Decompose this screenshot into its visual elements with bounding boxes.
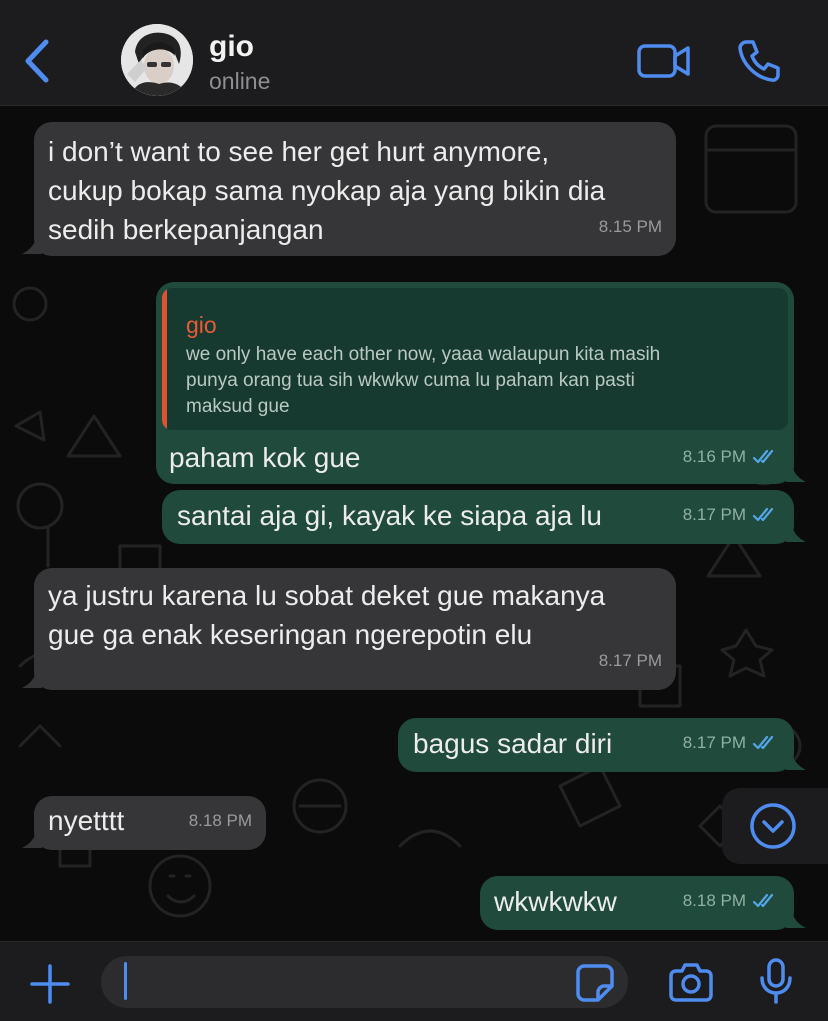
- quote-bar: [162, 288, 167, 430]
- back-button[interactable]: [18, 38, 58, 84]
- double-check-icon: [752, 893, 774, 908]
- message-text-line: ya justru karena lu sobat deket gue maka…: [48, 580, 606, 611]
- message-text-line: gue ga enak keseringan ngerepotin elu: [48, 619, 533, 650]
- sticker-button[interactable]: [574, 962, 616, 1004]
- phone-icon: [738, 40, 780, 82]
- double-check-icon: [752, 449, 774, 464]
- message-incoming[interactable]: ya justru karena lu sobat deket gue maka…: [34, 568, 676, 690]
- contact-status: online: [209, 68, 271, 94]
- message-time: 8.17 PM: [598, 651, 662, 670]
- quote-text-line: punya orang tua sih wkwkw cuma lu paham …: [186, 370, 635, 391]
- message-text: santai aja gi, kayak ke siapa aja lu: [177, 500, 602, 531]
- message-time: 8.18 PM: [188, 811, 252, 830]
- bubble-tail: [22, 234, 42, 254]
- bubble-tail: [786, 522, 806, 542]
- avatar-image: [121, 24, 193, 96]
- chat-header: gio online: [0, 0, 828, 106]
- message-incoming[interactable]: i don’t want to see her get hurt anymore…: [34, 122, 676, 256]
- message-time-label: 8.18 PM: [682, 891, 746, 910]
- attach-button[interactable]: [28, 962, 72, 1006]
- bubble-tail: [786, 462, 806, 482]
- quote-text: we only have each other now, yaaa walaup…: [186, 342, 772, 420]
- message-outgoing[interactable]: wkwkwkw 8.18 PM: [480, 876, 794, 930]
- message-text-line: cukup bokap sama nyokap aja yang bikin d…: [48, 175, 606, 206]
- sticker-icon: [576, 964, 614, 1002]
- message-time: 8.17 PM: [683, 495, 778, 534]
- message-text: nyetttt: [48, 805, 125, 836]
- message-time-label: 8.17 PM: [682, 733, 746, 752]
- message-time: 8.18 PM: [683, 881, 778, 920]
- message-text: paham kok gue: [169, 442, 361, 473]
- video-camera-icon: [637, 44, 690, 78]
- double-check-icon: [752, 735, 774, 750]
- bubble-tail: [786, 750, 806, 770]
- message-time: 8.17 PM: [683, 723, 778, 762]
- voice-call-button[interactable]: [736, 38, 782, 84]
- message-text-line: i don’t want to see her get hurt anymore…: [48, 136, 550, 167]
- message-input[interactable]: [101, 956, 628, 1008]
- reply-quote[interactable]: gio we only have each other now, yaaa wa…: [162, 288, 788, 430]
- message-text: bagus sadar diri: [413, 728, 613, 759]
- message-incoming[interactable]: nyetttt 8.18 PM: [34, 796, 266, 850]
- message-outgoing[interactable]: bagus sadar diri 8.17 PM: [398, 718, 794, 772]
- contact-name[interactable]: gio: [209, 30, 254, 64]
- message-outgoing[interactable]: santai aja gi, kayak ke siapa aja lu 8.1…: [162, 490, 794, 544]
- message-time: 8.15 PM: [598, 217, 662, 236]
- bubble-tail: [22, 668, 42, 688]
- message-time-label: 8.16 PM: [682, 447, 746, 466]
- video-call-button[interactable]: [636, 40, 692, 82]
- chevron-left-icon: [25, 39, 49, 83]
- microphone-icon: [760, 958, 792, 1004]
- message-time: 8.16 PM: [683, 437, 778, 476]
- double-check-icon: [752, 507, 774, 522]
- message-list[interactable]: i don’t want to see her get hurt anymore…: [0, 106, 828, 941]
- message-time-label: 8.17 PM: [682, 505, 746, 524]
- message-text: wkwkwkw: [494, 886, 617, 917]
- camera-button[interactable]: [668, 962, 714, 1002]
- voice-message-button[interactable]: [758, 958, 794, 1004]
- plus-icon: [30, 964, 70, 1004]
- camera-icon: [669, 963, 713, 1002]
- message-text-line: sedih berkepanjangan: [48, 214, 324, 245]
- chevron-down-circle-icon: [750, 803, 796, 849]
- bubble-tail: [786, 908, 806, 928]
- quote-text-line: we only have each other now, yaaa walaup…: [186, 344, 661, 365]
- scroll-to-bottom-button[interactable]: [722, 788, 828, 864]
- bubble-tail: [22, 828, 42, 848]
- message-outgoing[interactable]: gio we only have each other now, yaaa wa…: [156, 282, 794, 484]
- quote-author: gio: [186, 312, 217, 338]
- quote-text-line: maksud gue: [186, 396, 290, 417]
- text-cursor: [124, 962, 127, 1000]
- avatar[interactable]: [121, 24, 193, 96]
